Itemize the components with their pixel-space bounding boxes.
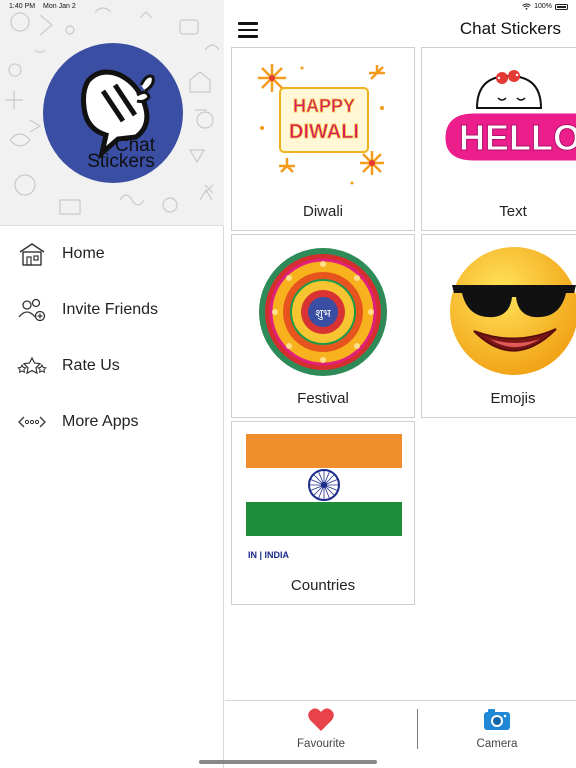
tab-label-camera: Camera [476, 738, 518, 750]
hamburger-menu-icon[interactable] [238, 22, 258, 38]
home-indicator[interactable] [199, 760, 377, 764]
status-bar: 1:40 PM Mon Jan 2 100% [0, 0, 576, 14]
status-date: Mon Jan 2 [43, 3, 76, 10]
sidebar-item-more-apps[interactable]: More Apps [0, 394, 224, 450]
tab-camera[interactable]: Camera [418, 701, 576, 759]
sidebar-item-label: Invite Friends [62, 301, 159, 318]
category-label: Emojis [490, 390, 536, 407]
heart-icon [308, 708, 334, 731]
navigation-bar: Chat Stickers [225, 14, 576, 44]
category-card-text[interactable]: HELLO Text [421, 47, 576, 231]
category-card-countries[interactable]: IN | INDIA Countries [231, 421, 415, 605]
countries-sticker-image: IN | INDIA [232, 422, 416, 572]
sidebar-item-rate-us[interactable]: Rate Us [0, 338, 224, 394]
more-apps-icon [17, 409, 47, 435]
diwali-art-line1: HAPPY [293, 96, 355, 116]
festival-art-text: शुभ [315, 307, 330, 320]
category-label: Text [499, 203, 527, 220]
tab-label-favourite: Favourite [297, 738, 345, 750]
sidebar-item-label: Rate Us [62, 357, 120, 374]
battery-percent: 100% [534, 3, 552, 10]
text-art-hello: HELLO [459, 117, 576, 158]
battery-icon [555, 3, 568, 10]
emojis-sticker-image [422, 235, 576, 385]
home-icon [17, 241, 47, 267]
sidebar-item-invite-friends[interactable]: Invite Friends [0, 282, 224, 338]
category-card-festival[interactable]: शुभ Festival [231, 234, 415, 418]
rate-stars-icon [17, 353, 47, 379]
sidebar-menu: Home Invite Friends Rate Us More Apps [0, 226, 224, 450]
text-sticker-image: HELLO [422, 48, 576, 198]
diwali-sticker-image: HAPPY DIWALI [232, 48, 416, 198]
invite-friends-icon [17, 297, 47, 323]
category-card-emojis[interactable]: Emojis [421, 234, 576, 418]
category-label: Countries [290, 577, 356, 594]
app-logo: Chat Stickers [43, 43, 183, 183]
sticker-category-grid: HAPPY DIWALI Diwali HELLO Text शुभ Festi… [225, 47, 576, 699]
status-time: 1:40 PM [9, 3, 36, 10]
logo-text-stickers: Stickers [87, 151, 155, 172]
sidebar-item-home[interactable]: Home [0, 226, 224, 282]
festival-sticker-image: शुभ [232, 235, 416, 385]
bottom-tab-bar: Favourite Camera [225, 700, 576, 758]
sidebar-item-label: Home [62, 245, 105, 262]
diwali-art-line2: DIWALI [289, 121, 359, 143]
category-label: Diwali [302, 203, 343, 220]
camera-icon [484, 709, 510, 730]
sidebar-header: Chat Stickers [0, 0, 224, 226]
countries-art-caption: IN | INDIA [248, 550, 290, 560]
sidebar-item-label: More Apps [62, 413, 139, 430]
sidebar-drawer: Chat Stickers Home Invite Friends Rate U… [0, 0, 224, 768]
wifi-icon [522, 3, 531, 10]
page-title: Chat Stickers [459, 19, 561, 38]
category-card-diwali[interactable]: HAPPY DIWALI Diwali [231, 47, 415, 231]
category-label: Festival [297, 390, 349, 407]
tab-favourite[interactable]: Favourite [225, 701, 417, 759]
main-content: Chat Stickers HAPPY DIWALI Diwali HELLO … [225, 0, 576, 768]
